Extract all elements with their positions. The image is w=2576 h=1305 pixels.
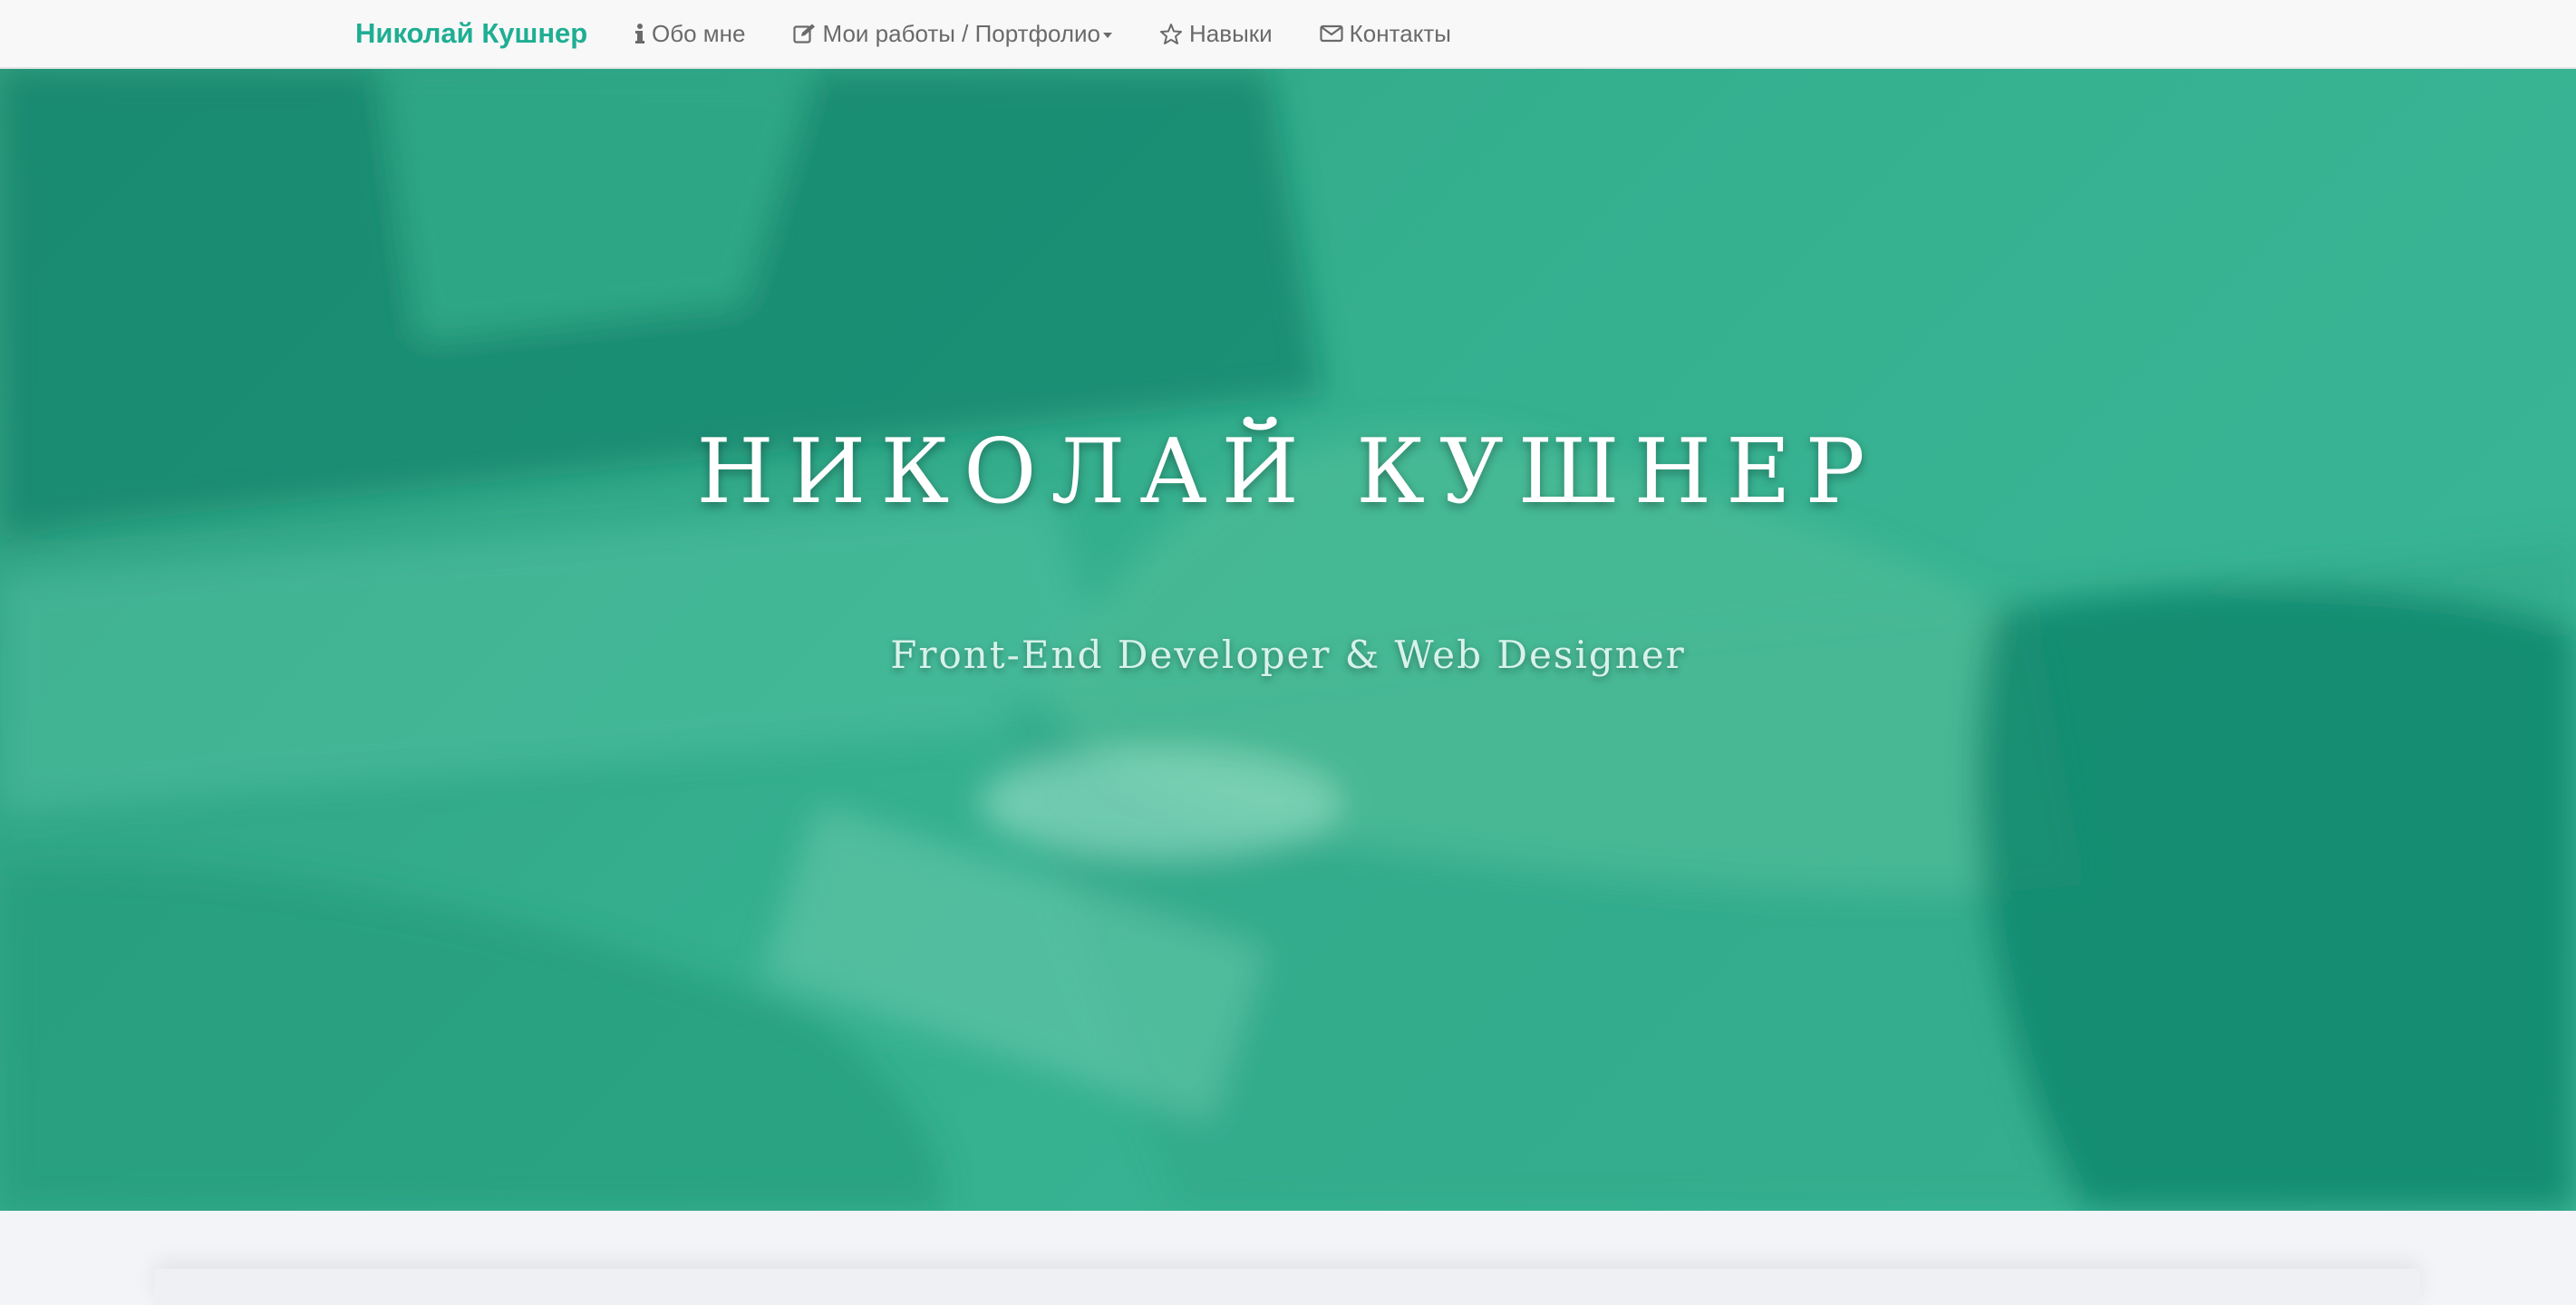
info-icon — [634, 23, 645, 44]
envelope-icon — [1320, 24, 1343, 43]
nav-menu: Обо мне Мои работы / Портфолио Навыки Ко… — [634, 11, 1498, 56]
content-card — [154, 1269, 2420, 1305]
nav-item-about[interactable]: Обо мне — [634, 11, 746, 56]
star-icon — [1159, 23, 1183, 45]
nav-item-skills-label: Навыки — [1189, 19, 1273, 47]
edit-icon — [792, 23, 817, 44]
nav-item-contacts[interactable]: Контакты — [1320, 11, 1451, 56]
navbar: Николай Кушнер Обо мне Мои работы / Порт… — [0, 0, 2576, 69]
nav-item-portfolio[interactable]: Мои работы / Портфолио — [792, 11, 1113, 56]
content-section — [0, 1211, 2576, 1305]
hero-section: НИКОЛАЙ КУШНЕР Front-End Developer & Web… — [0, 69, 2576, 1211]
nav-item-skills[interactable]: Навыки — [1159, 11, 1273, 56]
brand-link[interactable]: Николай Кушнер — [355, 11, 587, 56]
hero-title: НИКОЛАЙ КУШНЕР — [696, 420, 1880, 524]
hero-subtitle: Front-End Developer & Web Designer — [890, 633, 1686, 677]
nav-item-contacts-label: Контакты — [1349, 19, 1451, 47]
nav-item-about-label: Обо мне — [652, 19, 746, 47]
nav-item-portfolio-label: Мои работы / Портфолио — [822, 19, 1101, 47]
caret-down-icon — [1103, 33, 1113, 38]
